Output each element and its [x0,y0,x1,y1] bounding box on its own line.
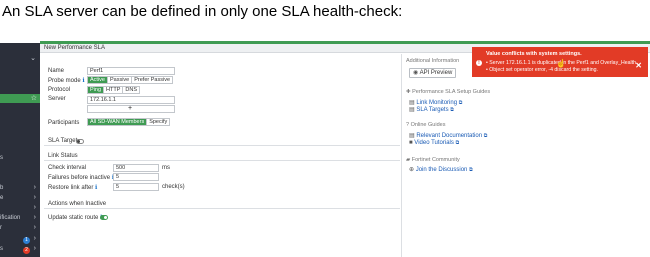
participants-all-option[interactable]: All SD-WAN Members [88,119,148,125]
restore-unit: check(s) [162,184,185,190]
protocol-dns-option[interactable]: DNS [123,87,140,93]
chevron-right-icon: › [33,235,36,242]
chat-icon: ▰ [406,157,411,163]
link-status-section: Link Status [44,151,400,161]
restore-label: Restore link after ℹ [48,185,98,191]
info-icon: ℹ [82,78,85,84]
sla-targets-link[interactable]: ▤ SLA Targets ⧉ [409,106,454,113]
sla-form: Name Perf1 Probe mode ℹ Active Passive P… [40,54,402,257]
participants-toggle: All SD-WAN Members Specify [87,118,171,126]
toast-message-line: • Object set operator error, -4 discard … [486,67,598,73]
book-icon: ▤ [409,107,415,113]
failures-label: Failures before inactive ℹ [48,174,114,181]
actions-label: Actions when Inactive [48,201,107,207]
online-guides-heading: ? Online Guides [406,122,446,128]
protocol-label: Protocol [48,87,71,93]
pointer-cursor-icon: ☝ [556,59,566,68]
sidebar-item[interactable]: ification › [0,214,40,224]
check-interval-label: Check interval [48,165,87,171]
add-server-icon[interactable]: + [126,105,134,112]
probe-passive-option[interactable]: Passive [107,77,133,83]
count-badge: 1 [23,237,30,244]
video-icon: ■ [409,140,413,146]
sidebar-item[interactable]: b › [0,184,40,194]
chevron-right-icon: › [33,245,36,252]
sidebar-item[interactable]: › [0,204,40,214]
check-interval-unit: ms [162,165,170,171]
sla-target-label: SLA Target [48,138,78,144]
star-icon[interactable]: ☆ [31,94,37,102]
sla-target-section: SLA Target [44,136,400,146]
update-route-toggle[interactable] [100,215,108,220]
external-link-icon: ⧉ [469,167,473,173]
participants-specify-option[interactable]: Specify [147,119,170,125]
sidebar-item-performance-sla[interactable]: ☆ [0,94,40,103]
sidebar-item[interactable]: s [0,155,40,164]
chevron-down-icon: ⌄ [30,55,36,62]
external-link-icon: ⧉ [455,140,460,146]
join-discussion-link[interactable]: ⊕ Join the Discussion ⧉ [409,166,473,173]
toast-title: Value conflicts with system settings. [486,51,582,57]
close-icon[interactable]: ✕ [635,61,642,70]
chevron-right-icon: › [33,194,36,201]
sidebar: ⌄ ☆ s b › e › › ification › r › 1 › s 2 › [0,43,40,257]
probe-prefer-passive-option[interactable]: Prefer Passive [132,77,173,83]
community-heading: ▰ Fortinet Community [406,157,460,163]
book-icon: ▤ [409,133,415,139]
globe-icon: ⊕ [409,167,415,173]
protocol-ping-option[interactable]: Ping [88,87,105,93]
setup-guides-heading: ✚ Performance SLA Setup Guides [406,89,491,95]
name-input[interactable]: Perf1 [87,67,175,75]
sidebar-item[interactable]: e › [0,194,40,204]
name-label: Name [48,68,65,74]
additional-info-heading: Additional Information [406,58,460,64]
page-title: New Performance SLA [44,45,106,51]
sla-target-toggle[interactable] [76,139,84,144]
sidebar-item[interactable]: ⌄ [0,55,40,64]
check-interval-input[interactable]: 500 [113,164,159,172]
guide-icon: ✚ [406,89,411,95]
alert-badge: 2 [23,247,30,254]
probe-mode-toggle: Active Passive Prefer Passive [87,76,174,84]
warning-icon: ! [476,60,482,66]
question-icon: ? [406,122,410,128]
eye-icon: ◉ [413,70,419,76]
link-status-label: Link Status [48,153,78,159]
api-preview-button[interactable]: ◉ API Preview [409,68,457,78]
actions-section: Actions when Inactive [44,199,400,209]
video-tutorials-link[interactable]: ■ Video Tutorials ⧉ [409,140,459,146]
probe-mode-label: Probe mode ℹ [48,78,85,84]
chevron-right-icon: › [33,224,36,231]
info-panel: Additional Information ◉ API Preview ✚ P… [404,54,650,257]
failures-input[interactable]: 5 [113,173,159,181]
sidebar-item[interactable]: s 2 › [0,245,40,255]
restore-input[interactable]: 5 [113,183,159,191]
server-label: Server [48,96,66,102]
chevron-right-icon: › [33,204,36,211]
link-monitoring-link[interactable]: ▤ Link Monitoring ⧉ [409,99,462,106]
external-link-icon: ⧉ [450,107,454,113]
participants-label: Participants [48,120,80,126]
caption-text: An SLA server can be defined in only one… [2,3,403,20]
probe-active-option[interactable]: Active [88,77,108,83]
protocol-http-option[interactable]: HTTP [104,87,124,93]
chevron-right-icon: › [33,214,36,221]
sidebar-item[interactable]: 1 › [0,235,40,245]
server-input[interactable]: 172.16.1.1 [87,96,175,104]
external-link-icon: ⧉ [483,133,488,139]
relevant-documentation-link[interactable]: ▤ Relevant Documentation ⧉ [409,132,487,139]
sidebar-item[interactable]: r › [0,224,40,234]
pane-divider [401,54,402,257]
info-icon: ℹ [95,185,98,191]
external-link-icon: ⧉ [458,100,463,106]
update-route-label: Update static route ℹ [48,214,102,221]
protocol-toggle: Ping HTTP DNS [87,86,141,94]
chevron-right-icon: › [33,184,36,191]
